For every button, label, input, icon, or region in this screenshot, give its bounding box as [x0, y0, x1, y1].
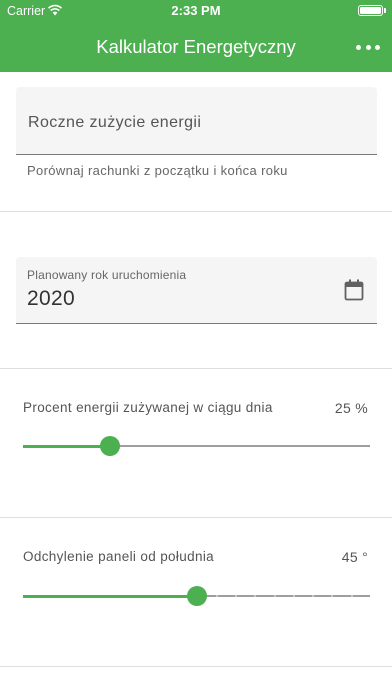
day-energy-label: Procent energii zużywanej w ciągu dnia [23, 400, 273, 415]
start-year-value: 2020 [27, 287, 75, 310]
page-title: Kalkulator Energetyczny [96, 36, 296, 57]
calendar-icon[interactable] [344, 279, 364, 301]
slider-tick [254, 595, 257, 597]
slider-thumb[interactable] [186, 586, 207, 606]
more-horiz-icon [356, 44, 361, 50]
battery-tip [384, 8, 386, 13]
status-time: 2:33 PM [171, 3, 221, 18]
slider-tick [235, 595, 238, 597]
slider-tick [312, 595, 315, 597]
slider-tick [331, 595, 334, 597]
energy-consumption-placeholder: Roczne zużycie energii [28, 114, 202, 131]
energy-consumption-helper: Porównaj rachunki z początku i końca rok… [27, 163, 288, 178]
battery-icon [358, 5, 383, 16]
section-divider [0, 368, 392, 369]
slider-active-track [23, 444, 110, 448]
slider-tick [215, 595, 218, 597]
section-divider [0, 666, 392, 667]
status-bar: Carrier 2:33 PM [0, 0, 392, 22]
panel-angle-slider[interactable] [23, 586, 370, 606]
more-options-button[interactable] [356, 38, 380, 56]
slider-tick [292, 595, 295, 597]
slider-tick [273, 595, 276, 597]
panel-angle-value: 45 ° [341, 549, 368, 565]
start-year-field[interactable]: Planowany rok uruchomienia 2020 [16, 257, 377, 324]
day-energy-slider[interactable] [23, 436, 370, 456]
slider-active-track [23, 594, 197, 598]
section-divider [0, 211, 392, 212]
section-divider [0, 517, 392, 518]
app-bar: Carrier 2:33 PM Kalkulator Energetyczny [0, 0, 392, 72]
energy-consumption-field[interactable]: Roczne zużycie energii [16, 87, 377, 155]
day-energy-value: 25 % [334, 400, 368, 416]
slider-thumb[interactable] [99, 436, 120, 456]
start-year-label: Planowany rok uruchomienia [27, 268, 187, 282]
slider-tick [350, 595, 353, 597]
panel-angle-label: Odchylenie paneli od południa [23, 549, 215, 564]
